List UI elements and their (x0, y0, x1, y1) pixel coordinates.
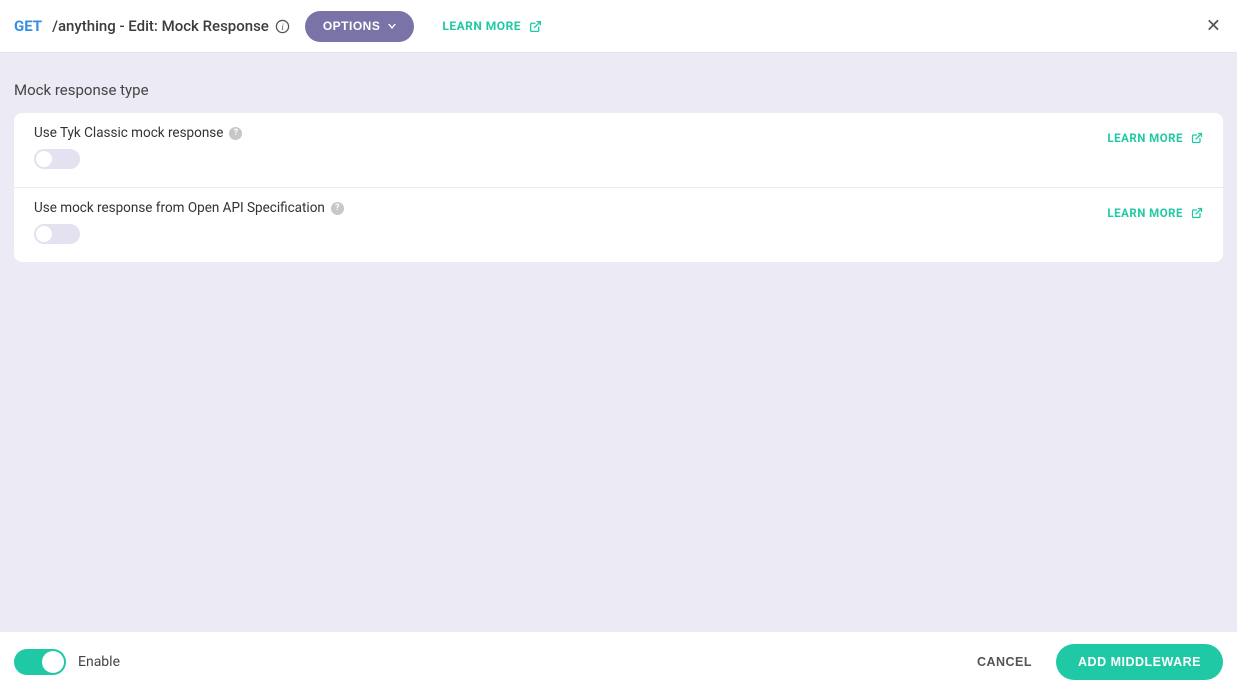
option-label: Use Tyk Classic mock response (34, 125, 223, 141)
close-button[interactable]: ✕ (1206, 16, 1221, 37)
learn-more-link-row[interactable]: LEARN MORE (1107, 131, 1203, 145)
options-button[interactable]: OPTIONS (305, 11, 415, 42)
content-area: Mock response type Use Tyk Classic mock … (0, 53, 1237, 631)
section-title: Mock response type (14, 81, 1223, 99)
enable-label: Enable (78, 654, 120, 670)
svg-text:i: i (282, 22, 285, 32)
footer-bar: Enable CANCEL ADD MIDDLEWARE (0, 631, 1237, 691)
external-link-icon (529, 20, 542, 33)
close-icon: ✕ (1206, 16, 1221, 36)
option-row-oas: Use mock response from Open API Specific… (14, 187, 1223, 262)
chevron-down-icon (388, 24, 396, 29)
learn-more-label: LEARN MORE (1107, 131, 1183, 145)
option-row-tyk-classic: Use Tyk Classic mock response ? LEARN MO… (14, 113, 1223, 187)
enable-toggle[interactable] (14, 649, 66, 675)
external-link-icon (1191, 132, 1203, 144)
learn-more-label: LEARN MORE (442, 19, 521, 33)
option-label: Use mock response from Open API Specific… (34, 200, 325, 216)
help-icon[interactable]: ? (331, 202, 344, 215)
cancel-button[interactable]: CANCEL (977, 655, 1032, 669)
toggle-tyk-classic[interactable] (34, 149, 80, 169)
options-button-label: OPTIONS (323, 19, 381, 33)
add-middleware-button[interactable]: ADD MIDDLEWARE (1056, 644, 1223, 680)
page-header: GET /anything - Edit: Mock Response i OP… (0, 0, 1237, 53)
learn-more-label: LEARN MORE (1107, 206, 1183, 220)
learn-more-link-header[interactable]: LEARN MORE (442, 19, 542, 33)
learn-more-link-row[interactable]: LEARN MORE (1107, 206, 1203, 220)
page-title: /anything - Edit: Mock Response (52, 17, 269, 35)
external-link-icon (1191, 207, 1203, 219)
toggle-oas[interactable] (34, 224, 80, 244)
http-method-label: GET (14, 17, 42, 35)
help-icon[interactable]: ? (229, 127, 242, 140)
mock-response-type-card: Use Tyk Classic mock response ? LEARN MO… (14, 113, 1223, 262)
info-icon[interactable]: i (275, 18, 291, 34)
